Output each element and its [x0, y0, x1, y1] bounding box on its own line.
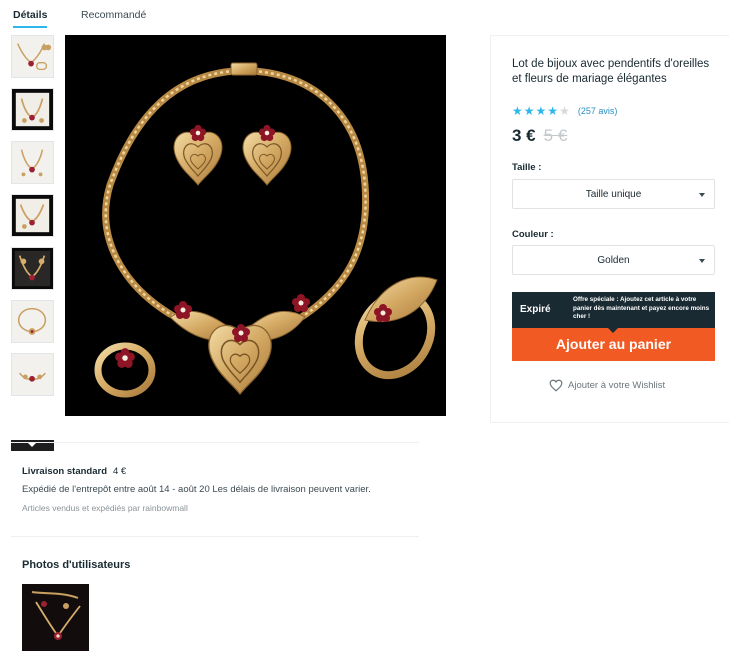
size-label: Taille :	[512, 162, 542, 173]
chevron-down-icon	[699, 193, 705, 197]
chevron-down-icon	[28, 443, 36, 447]
star-icon: ★	[512, 104, 523, 118]
wishlist-label: Ajouter à votre Wishlist	[568, 380, 666, 391]
current-price: 3 €	[512, 126, 536, 145]
offer-pointer	[608, 328, 618, 333]
divider	[11, 442, 419, 443]
reviews-link[interactable]: (257 avis)	[578, 106, 618, 116]
thumbnail-gallery	[11, 35, 54, 451]
size-select-value: Taille unique	[585, 189, 642, 200]
special-offer-banner: Expiré Offre spéciale : Ajoutez cet arti…	[512, 292, 715, 333]
color-select-value: Golden	[597, 255, 630, 266]
product-rating: ★ ★ ★ ★ ★ (257 avis)	[512, 104, 617, 118]
divider	[11, 536, 419, 537]
product-title: Lot de bijoux avec pendentifs d'oreilles…	[512, 58, 710, 85]
thumbnail-6[interactable]	[11, 300, 54, 343]
shipping-description: Expédié de l'entrepôt entre août 14 - ao…	[22, 484, 371, 495]
tab-recommended[interactable]: Recommandé	[81, 9, 146, 21]
color-label: Couleur :	[512, 229, 554, 240]
seller-info: Articles vendus et expédiés par rainbowm…	[22, 503, 188, 513]
shipping-title: Livraison standard 4 €	[22, 466, 126, 477]
shipping-cost: 4 €	[113, 466, 127, 477]
thumbnail-1[interactable]	[11, 35, 54, 78]
add-to-wishlist-button[interactable]: Ajouter à votre Wishlist	[549, 379, 665, 392]
user-photo-thumbnail[interactable]	[22, 584, 89, 651]
product-main-image[interactable]	[65, 35, 446, 416]
tab-bar: Détails Recommandé	[0, 0, 729, 30]
chevron-down-icon	[699, 259, 705, 263]
thumbnail-2[interactable]	[11, 88, 54, 131]
size-select[interactable]: Taille unique	[512, 179, 715, 209]
product-info-panel: Lot de bijoux avec pendentifs d'oreilles…	[490, 35, 729, 423]
shipping-method: Livraison standard	[22, 466, 107, 477]
tab-details[interactable]: Détails	[13, 9, 48, 28]
offer-status: Expiré	[520, 304, 551, 315]
color-select[interactable]: Golden	[512, 245, 715, 275]
user-photos-title: Photos d'utilisateurs	[22, 559, 131, 571]
thumbnail-3[interactable]	[11, 141, 54, 184]
star-empty-icon: ★	[559, 104, 570, 118]
original-price: 5 €	[543, 126, 568, 145]
thumbnail-7[interactable]	[11, 353, 54, 396]
star-icon: ★	[535, 104, 547, 118]
heart-icon	[549, 379, 563, 392]
thumbnail-5[interactable]	[11, 247, 54, 290]
star-icon: ★	[523, 104, 535, 118]
offer-text: Offre spéciale : Ajoutez cet article à v…	[573, 296, 710, 320]
price-block: 3 € 5 €	[512, 126, 567, 146]
star-icon: ★	[547, 104, 559, 118]
thumbnail-4[interactable]	[11, 194, 54, 237]
